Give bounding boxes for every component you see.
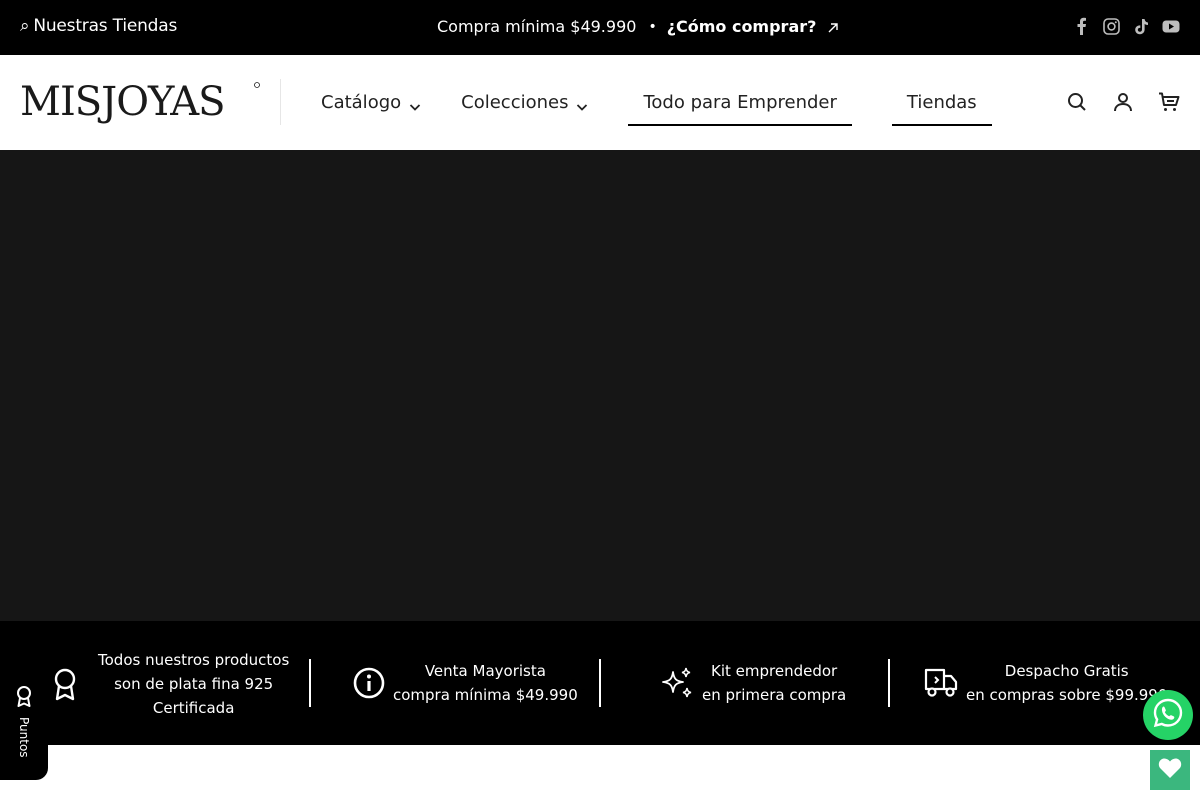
feature-text: Todos nuestros productos son de plata fi… — [98, 648, 289, 720]
social-links — [1072, 17, 1180, 35]
feature-line: Despacho Gratis — [1004, 662, 1129, 680]
feature-text: Despacho Gratis en compras sobre $99.990 — [966, 659, 1167, 707]
feature-line: compra mínima $49.990 — [393, 686, 578, 704]
nav-collections[interactable]: Colecciones — [461, 92, 588, 113]
feature-line: Venta Mayorista — [424, 662, 546, 680]
our-stores-link[interactable]: ⌕ Nuestras Tiendas — [20, 16, 177, 36]
points-widget[interactable]: Puntos — [0, 657, 48, 780]
promo-separator: • — [648, 18, 657, 35]
site-header: MISJOYAS Catálogo Colecciones Todo para … — [0, 55, 1200, 150]
award-ribbon-icon — [14, 685, 34, 711]
features-bar: Todos nuestros productos son de plata fi… — [0, 621, 1200, 745]
nav-collections-label: Colecciones — [461, 92, 569, 113]
promo-message: Compra mínima $49.990 • ¿Cómo comprar? — [437, 17, 840, 36]
feature-text: Venta Mayorista compra mínima $49.990 — [393, 659, 578, 707]
header-divider — [280, 79, 281, 125]
award-ribbon-icon — [48, 667, 82, 701]
youtube-icon[interactable] — [1162, 17, 1180, 35]
info-icon — [352, 666, 386, 700]
nav-catalog-label: Catálogo — [321, 92, 402, 113]
our-stores-label: Nuestras Tiendas — [33, 16, 178, 36]
feature-text: Kit emprendedor en primera compra — [702, 659, 846, 707]
delivery-truck-icon — [924, 666, 958, 700]
facebook-icon[interactable] — [1072, 17, 1090, 35]
feature-line: Kit emprendedor — [711, 662, 838, 680]
main-navigation: Catálogo Colecciones Todo para Emprender… — [321, 55, 992, 150]
feature-line: son de plata fina 925 — [114, 675, 274, 693]
how-to-buy-link[interactable]: ¿Cómo comprar? — [667, 17, 817, 36]
feature-separator — [888, 659, 890, 707]
cart-icon[interactable] — [1158, 91, 1180, 113]
feature-separator — [309, 659, 311, 707]
chevron-down-icon — [409, 97, 421, 111]
feature-line: en compras sobre $99.990 — [966, 686, 1168, 704]
announcement-bar: ⌕ Nuestras Tiendas Compra mínima $49.990… — [0, 0, 1200, 55]
search-icon[interactable] — [1066, 91, 1088, 113]
feature-free-shipping: Despacho Gratis en compras sobre $99.990 — [924, 659, 1167, 707]
brand-logo[interactable]: MISJOYAS — [20, 77, 260, 125]
search-glyph-icon: ⌕ — [20, 16, 30, 36]
sparkles-icon — [660, 666, 694, 700]
nav-tiendas[interactable]: Tiendas — [891, 80, 992, 126]
account-icon[interactable] — [1112, 91, 1134, 113]
feature-wholesale: Venta Mayorista compra mínima $49.990 — [352, 659, 578, 707]
feature-starter-kit: Kit emprendedor en primera compra — [660, 659, 846, 707]
whatsapp-button[interactable] — [1143, 690, 1193, 740]
nav-todo-para-emprender[interactable]: Todo para Emprender — [628, 80, 853, 126]
wishlist-button[interactable] — [1150, 750, 1190, 790]
external-arrow-icon[interactable] — [826, 20, 840, 34]
feature-line: en primera compra — [702, 686, 847, 704]
feature-line: Certificada — [152, 699, 235, 717]
hero-banner[interactable] — [0, 150, 1200, 621]
feature-silver-925: Todos nuestros productos son de plata fi… — [48, 649, 289, 719]
tiktok-icon[interactable] — [1132, 17, 1150, 35]
minimum-purchase-text: Compra mínima $49.990 — [437, 17, 637, 36]
brand-logo-text: MISJOYAS — [20, 79, 225, 125]
header-actions — [1066, 91, 1180, 113]
chevron-down-icon — [576, 97, 588, 111]
points-label: Puntos — [17, 717, 31, 758]
feature-line: Todos nuestros productos — [98, 651, 290, 669]
whatsapp-icon — [1152, 697, 1184, 733]
nav-catalog[interactable]: Catálogo — [321, 92, 421, 113]
feature-separator — [599, 659, 601, 707]
instagram-icon[interactable] — [1102, 17, 1120, 35]
heart-icon — [1158, 757, 1182, 783]
